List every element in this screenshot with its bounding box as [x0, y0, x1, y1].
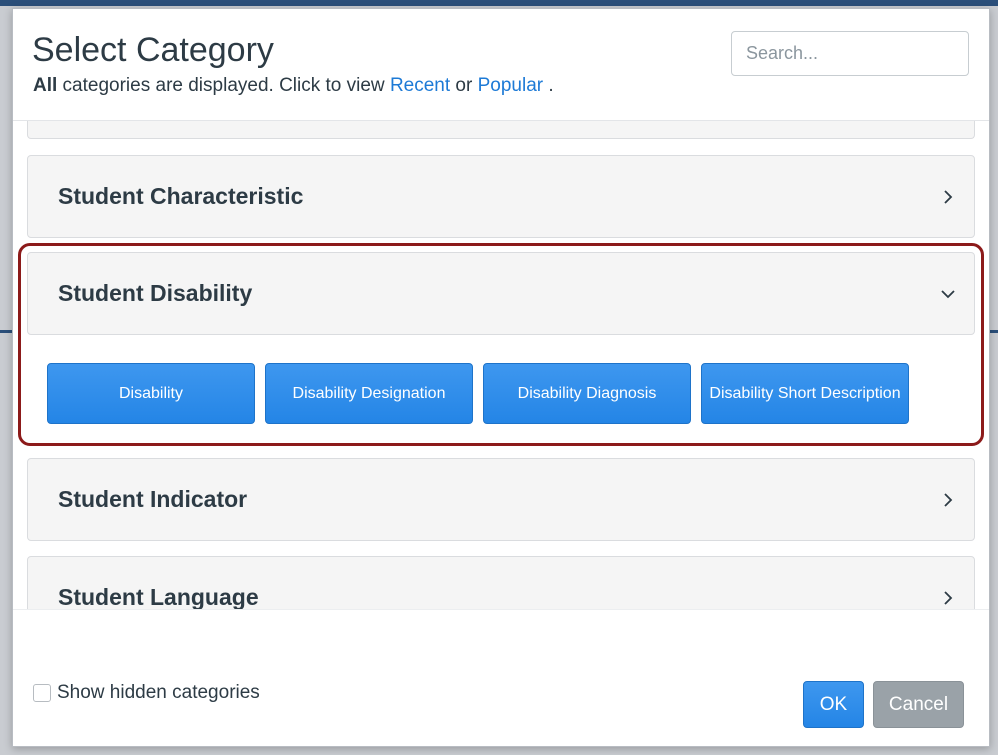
subtitle-end: . — [543, 75, 554, 96]
disability-subcategories: Disability Disability Designation Disabi… — [47, 363, 909, 424]
subcategory-button-disability-designation[interactable]: Disability Designation — [265, 363, 473, 424]
popular-link[interactable]: Popular — [478, 75, 544, 96]
category-panel-student-language[interactable]: Student Language — [27, 556, 975, 611]
page-backdrop-line — [0, 330, 12, 333]
category-title: Student Language — [58, 584, 259, 610]
dialog-title: Select Category — [32, 31, 274, 69]
category-header[interactable]: Student Language — [28, 557, 974, 611]
show-hidden-label: Show hidden categories — [57, 682, 260, 703]
page-backdrop-header — [0, 0, 998, 6]
category-panel-partial — [27, 121, 975, 139]
subcategory-button-disability[interactable]: Disability — [47, 363, 255, 424]
search-input[interactable] — [731, 31, 969, 76]
chevron-right-icon — [940, 492, 956, 508]
subcategory-button-disability-diagnosis[interactable]: Disability Diagnosis — [483, 363, 691, 424]
cancel-button[interactable]: Cancel — [873, 681, 964, 728]
recent-link[interactable]: Recent — [390, 75, 450, 96]
category-title: Student Disability — [58, 280, 253, 306]
category-panel-student-disability[interactable]: Student Disability — [27, 252, 975, 335]
chevron-right-icon — [940, 590, 956, 606]
chevron-right-icon — [940, 189, 956, 205]
category-title: Student Indicator — [58, 486, 248, 512]
show-hidden-checkbox[interactable] — [33, 684, 51, 702]
subcategory-button-disability-short-description[interactable]: Disability Short Description — [701, 363, 909, 424]
show-hidden-toggle[interactable]: Show hidden categories — [33, 682, 260, 704]
ok-button[interactable]: OK — [803, 681, 864, 728]
category-header[interactable]: Student Disability — [28, 253, 974, 334]
category-list[interactable]: Student Characteristic Student Disabilit… — [13, 121, 989, 611]
subtitle-or: or — [450, 75, 478, 96]
dialog-subtitle: All categories are displayed. Click to v… — [33, 75, 554, 97]
category-title: Student Characteristic — [58, 183, 304, 209]
category-header[interactable]: Student Indicator — [28, 459, 974, 540]
category-header[interactable]: Student Characteristic — [28, 156, 974, 237]
category-panel-student-characteristic[interactable]: Student Characteristic — [27, 155, 975, 238]
subtitle-text: categories are displayed. Click to view — [57, 75, 390, 96]
dialog-header: Select Category All categories are displ… — [13, 9, 989, 121]
select-category-dialog: Select Category All categories are displ… — [12, 8, 990, 747]
dialog-footer: Show hidden categories OK Cancel — [13, 609, 989, 746]
subtitle-all: All — [33, 75, 58, 96]
category-panel-student-indicator[interactable]: Student Indicator — [27, 458, 975, 541]
chevron-down-icon — [940, 286, 956, 302]
